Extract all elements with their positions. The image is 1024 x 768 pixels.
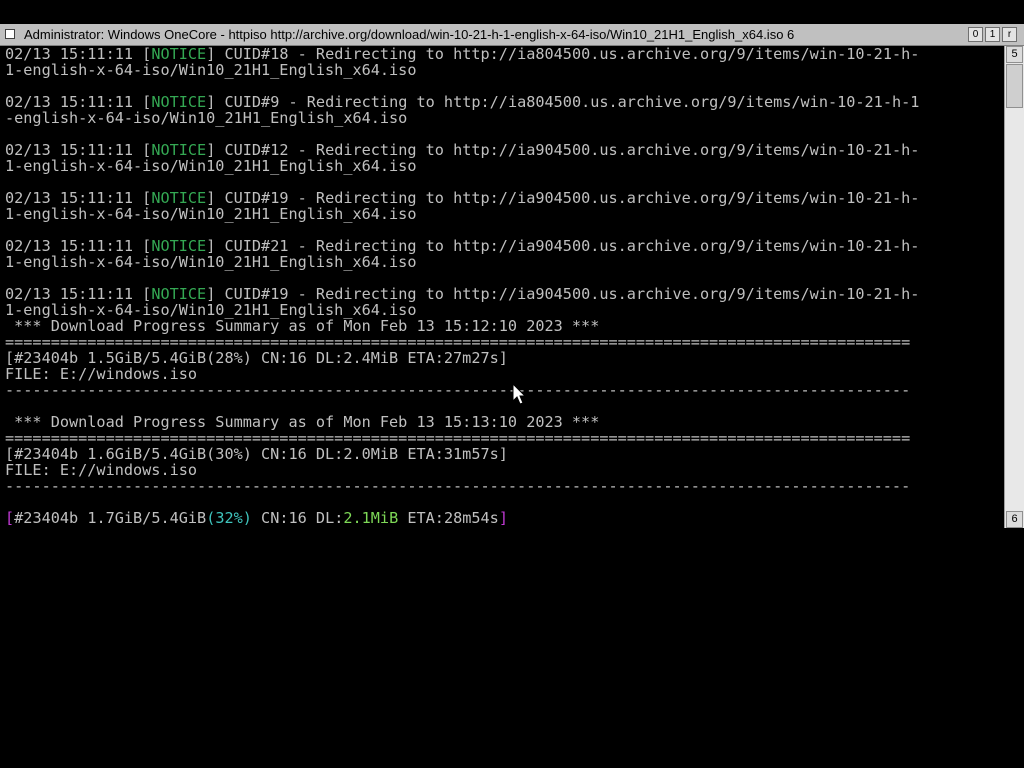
console-app-icon[interactable] xyxy=(5,29,15,39)
summary-rule: ========================================… xyxy=(5,429,911,447)
log-line: 02/13 15:11:11 [NOTICE] CUID#12 - Redire… xyxy=(5,141,920,159)
window-title: Administrator: Windows OneCore - httpiso… xyxy=(24,27,795,42)
summary-header: *** Download Progress Summary as of Mon … xyxy=(5,413,600,431)
summary-file: FILE: E://windows.iso xyxy=(5,461,198,479)
title-bar[interactable]: Administrator: Windows OneCore - httpiso… xyxy=(0,24,1024,46)
summary-dash: ----------------------------------------… xyxy=(5,381,911,399)
close-button[interactable]: r xyxy=(1002,27,1017,42)
console-window: Administrator: Windows OneCore - httpiso… xyxy=(0,24,1024,528)
vertical-scrollbar[interactable]: 5 6 xyxy=(1004,46,1024,528)
log-line: 02/13 15:11:11 [NOTICE] CUID#19 - Redire… xyxy=(5,189,920,207)
log-line: 02/13 15:11:11 [NOTICE] CUID#21 - Redire… xyxy=(5,237,920,255)
scroll-thumb[interactable] xyxy=(1006,64,1023,108)
log-line-wrap: 1-english-x-64-iso/Win10_21H1_English_x6… xyxy=(5,301,417,319)
summary-progress: [#23404b 1.6GiB/5.4GiB(30%) CN:16 DL:2.0… xyxy=(5,445,508,463)
log-line-wrap: 1-english-x-64-iso/Win10_21H1_English_x6… xyxy=(5,61,417,79)
log-line: 02/13 15:11:11 [NOTICE] CUID#19 - Redire… xyxy=(5,285,920,303)
live-progress-line: [#23404b 1.7GiB/5.4GiB(32%) CN:16 DL:2.1… xyxy=(5,509,508,527)
maximize-button[interactable]: 1 xyxy=(985,27,1000,42)
log-line: 02/13 15:11:11 [NOTICE] CUID#9 - Redirec… xyxy=(5,93,920,111)
mouse-pointer-icon xyxy=(512,383,527,405)
log-line-wrap: -english-x-64-iso/Win10_21H1_English_x64… xyxy=(5,109,408,127)
log-line-wrap: 1-english-x-64-iso/Win10_21H1_English_x6… xyxy=(5,205,417,223)
scroll-up-button[interactable]: 5 xyxy=(1006,46,1023,63)
percent-value: (32%) xyxy=(206,509,252,527)
summary-rule: ========================================… xyxy=(5,333,911,351)
scroll-down-button[interactable]: 6 xyxy=(1006,511,1023,528)
summary-dash: ----------------------------------------… xyxy=(5,477,911,495)
summary-file: FILE: E://windows.iso xyxy=(5,365,198,383)
download-speed: 2.1MiB xyxy=(343,509,399,527)
log-line-wrap: 1-english-x-64-iso/Win10_21H1_English_x6… xyxy=(5,253,417,271)
console-output[interactable]: 02/13 15:11:11 [NOTICE] CUID#18 - Redire… xyxy=(0,46,1004,528)
minimize-button[interactable]: 0 xyxy=(968,27,983,42)
summary-header: *** Download Progress Summary as of Mon … xyxy=(5,317,600,335)
log-line-wrap: 1-english-x-64-iso/Win10_21H1_English_x6… xyxy=(5,157,417,175)
log-line: 02/13 15:11:11 [NOTICE] CUID#18 - Redire… xyxy=(5,46,920,63)
summary-progress: [#23404b 1.5GiB/5.4GiB(28%) CN:16 DL:2.4… xyxy=(5,349,508,367)
